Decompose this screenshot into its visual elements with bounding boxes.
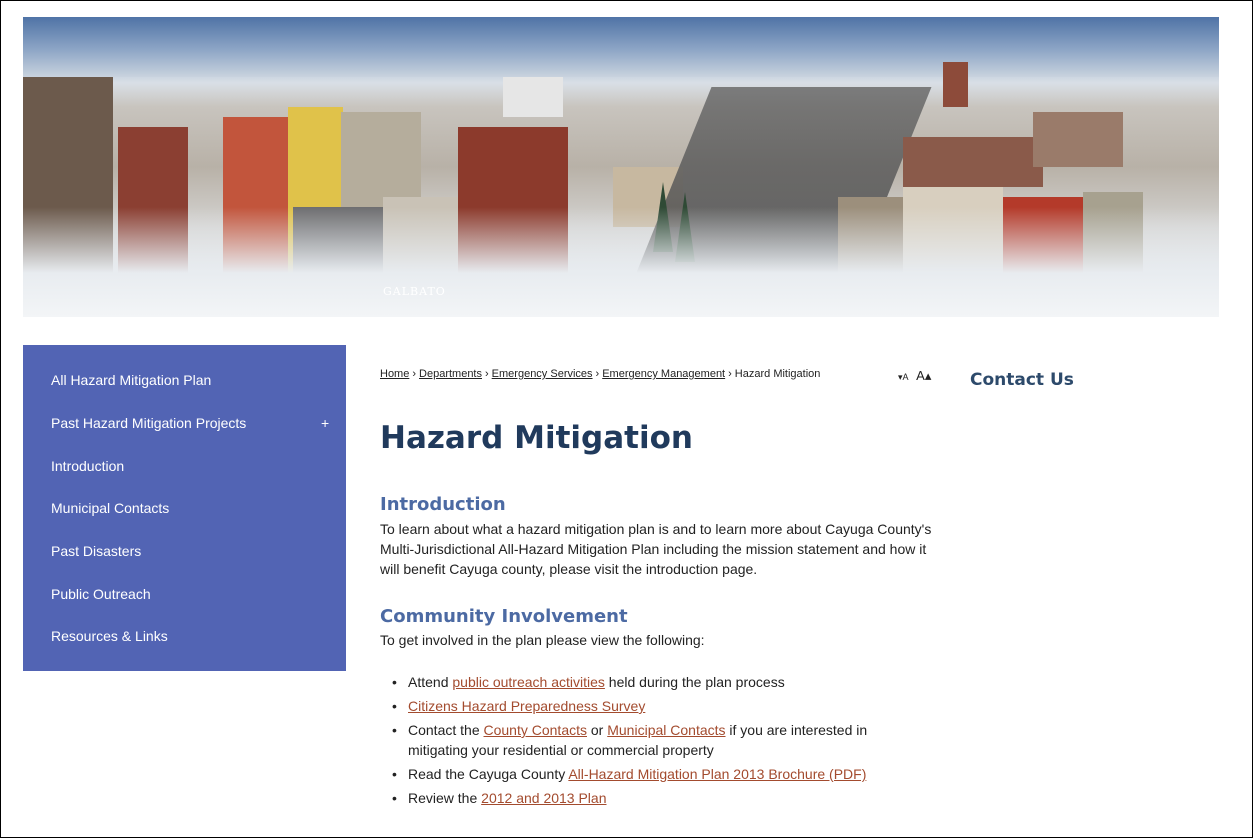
list-item: Read the Cayuga County All-Hazard Mitiga… [392,764,892,784]
header-banner-image: GALBATO [23,17,1219,317]
storefront-sign: GALBATO [383,285,446,298]
contact-us-heading[interactable]: Contact Us [970,370,1074,390]
sidebar-item-past-disasters[interactable]: Past Disasters [51,543,141,559]
breadcrumb-departments[interactable]: Departments [419,368,482,380]
plan-link[interactable]: 2012 and 2013 Plan [481,790,606,806]
community-involvement-heading: Community Involvement [380,606,628,627]
list-item: Review the 2012 and 2013 Plan [392,788,892,808]
increase-font-button[interactable]: A▴ [916,368,931,383]
sidebar-nav: All Hazard Mitigation Plan Past Hazard M… [23,345,346,671]
list-item: Contact the County Contacts or Municipal… [392,720,892,760]
municipal-contacts-link[interactable]: Municipal Contacts [607,722,725,738]
sidebar-item-all-hazard-mitigation-plan[interactable]: All Hazard Mitigation Plan [51,372,211,388]
expand-plus-icon[interactable]: + [321,415,329,431]
decrease-font-button[interactable]: ▾A [898,372,909,382]
breadcrumb-emergency-management[interactable]: Emergency Management [602,368,725,380]
font-size-controls: ▾A A▴ [898,368,931,384]
list-item: Citizens Hazard Preparedness Survey [392,696,892,716]
sidebar-item-public-outreach[interactable]: Public Outreach [51,586,151,602]
involvement-list: Attend public outreach activities held d… [392,672,892,812]
introduction-heading: Introduction [380,494,506,515]
introduction-text: To learn about what a hazard mitigation … [380,521,932,577]
breadcrumb-home[interactable]: Home [380,368,409,380]
sidebar-item-municipal-contacts[interactable]: Municipal Contacts [51,500,169,516]
sidebar-item-past-hazard-mitigation-projects[interactable]: Past Hazard Mitigation Projects [51,415,246,431]
sidebar-item-resources-links[interactable]: Resources & Links [51,628,168,644]
brochure-pdf-link[interactable]: All-Hazard Mitigation Plan 2013 Brochure… [568,766,866,782]
survey-link[interactable]: Citizens Hazard Preparedness Survey [408,698,645,714]
breadcrumb: Home › Departments › Emergency Services › Emer… [380,368,821,380]
breadcrumb-current: Hazard Mitigation [734,368,821,380]
county-contacts-link[interactable]: County Contacts [484,722,588,738]
sidebar-item-introduction[interactable]: Introduction [51,458,124,474]
page-title: Hazard Mitigation [380,420,693,456]
public-outreach-link[interactable]: public outreach activities [452,674,605,690]
community-intro-text: To get involved in the plan please view … [380,632,705,648]
breadcrumb-emergency-services[interactable]: Emergency Services [492,368,593,380]
list-item: Attend public outreach activities held d… [392,672,892,692]
